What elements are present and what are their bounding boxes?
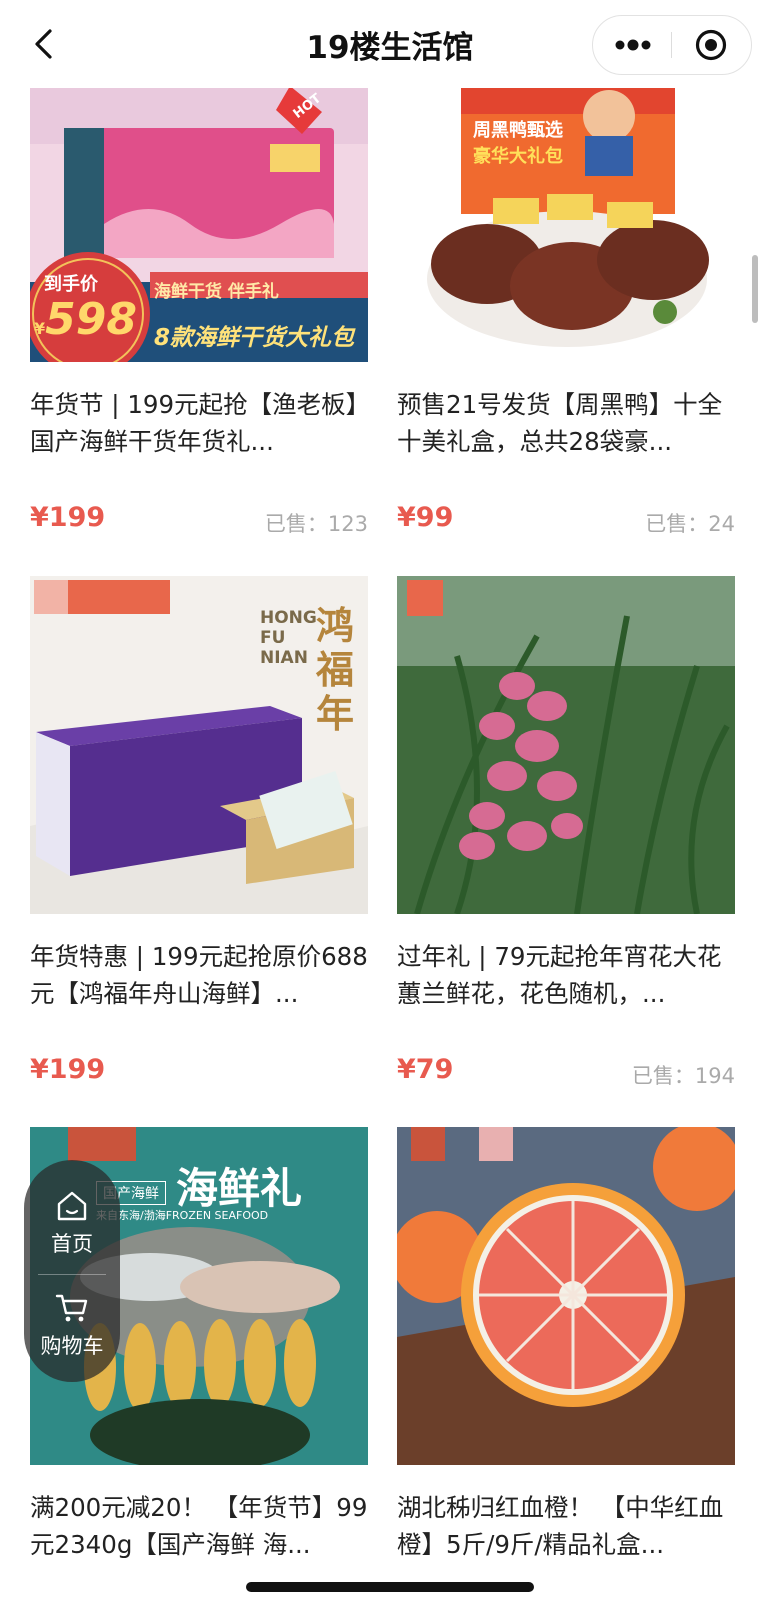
product-price: ¥99 bbox=[397, 502, 454, 533]
product-title[interactable]: 预售21号发货【周黑鸭】十全十美礼盒，总共28袋豪... bbox=[397, 386, 735, 460]
image-badge-price-value: 598 bbox=[45, 294, 137, 345]
image-sub-banner: 海鲜干货 伴手礼 bbox=[154, 282, 279, 302]
product-image-blood-orange[interactable] bbox=[397, 1127, 735, 1465]
product-title[interactable]: 年货节 | 199元起抢【渔老板】国产海鲜干货年货礼... bbox=[30, 386, 368, 460]
home-icon bbox=[57, 1191, 87, 1221]
sold-count: 已售：194 bbox=[631, 1064, 735, 1088]
product-card[interactable]: 湖北秭归红血橙！ 【中华红血橙】5斤/9斤/精品礼盒... bbox=[397, 1127, 735, 1601]
navigation-bar: 19楼生活馆 bbox=[0, 0, 780, 88]
target-close-icon[interactable] bbox=[694, 28, 728, 62]
product-card[interactable]: 过年礼 | 79元起抢年宵花大花蕙兰鲜花，花色随机，... ¥79 已售：194 bbox=[397, 576, 735, 1096]
product-title[interactable]: 湖北秭归红血橙！ 【中华红血橙】5斤/9斤/精品礼盒... bbox=[397, 1489, 735, 1563]
image-badge-label: 到手价 bbox=[44, 274, 98, 295]
more-dots-icon[interactable] bbox=[613, 30, 653, 60]
floating-nav: 首页 购物车 bbox=[24, 1160, 120, 1382]
image-brand-cn: 鸿福年 bbox=[316, 604, 355, 736]
cart-icon bbox=[55, 1294, 88, 1322]
image-badge-price: ¥598 bbox=[34, 294, 137, 345]
home-label: 首页 bbox=[51, 1232, 93, 1256]
home-indicator bbox=[246, 1582, 534, 1592]
floating-nav-divider bbox=[38, 1274, 106, 1275]
image-sub: 豪华大礼包 bbox=[473, 146, 563, 167]
product-title[interactable]: 年货特惠 | 199元起抢原价688元【鸿福年舟山海鲜】... bbox=[30, 938, 368, 1012]
product-price: ¥199 bbox=[30, 502, 106, 533]
product-title[interactable]: 满200元减20！ 【年货节】99元2340g【国产海鲜 海... bbox=[30, 1489, 368, 1563]
product-title[interactable]: 过年礼 | 79元起抢年宵花大花蕙兰鲜花，花色随机，... bbox=[397, 938, 735, 1012]
home-nav-button[interactable]: 首页 bbox=[24, 1190, 120, 1258]
sold-count: 已售：123 bbox=[264, 512, 368, 536]
product-image-orchid[interactable] bbox=[397, 576, 735, 914]
capsule-menu bbox=[592, 15, 752, 75]
product-image-seafood-box[interactable]: HONG FU NIAN 鸿福年 bbox=[30, 576, 368, 914]
product-price: ¥199 bbox=[30, 1054, 106, 1085]
scrollbar[interactable] bbox=[752, 255, 758, 323]
cart-nav-button[interactable]: 购物车 bbox=[24, 1292, 120, 1360]
product-card[interactable]: HONG FU NIAN 鸿福年 年货特惠 | 199元起抢原价688元【鸿福年… bbox=[30, 576, 368, 1096]
product-price: ¥79 bbox=[397, 1054, 454, 1085]
sold-count: 已售：24 bbox=[645, 512, 735, 536]
image-brand-en: HONG FU NIAN bbox=[260, 608, 317, 668]
image-badge-currency: ¥ bbox=[34, 319, 46, 338]
product-card[interactable]: HOT 海鲜干货 伴手礼 到手价 ¥598 8款海鲜干货大礼包 年货节 | 19… bbox=[30, 24, 368, 544]
image-sub: 来自东海/渤海FROZEN SEAFOOD bbox=[96, 1209, 269, 1222]
capsule-divider bbox=[671, 32, 672, 58]
image-banner: 8款海鲜干货大礼包 bbox=[154, 325, 355, 351]
image-headline: 周黑鸭甄选 bbox=[473, 120, 563, 141]
cart-label: 购物车 bbox=[40, 1334, 104, 1358]
product-card[interactable]: 周黑鸭甄选 豪华大礼包 预售21号发货【周黑鸭】十全十美礼盒，总共28袋豪...… bbox=[397, 24, 735, 544]
